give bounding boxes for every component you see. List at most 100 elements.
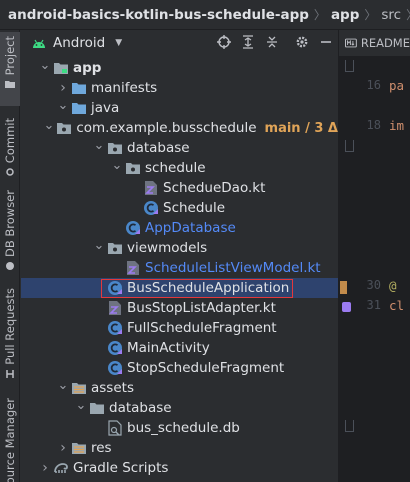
- locate-icon[interactable]: [216, 34, 232, 50]
- chevron-right-icon[interactable]: ›: [57, 80, 69, 96]
- fold-marker-icon[interactable]: [345, 60, 354, 72]
- tree-item-label: StopScheduleFragment: [127, 360, 285, 376]
- tree-item-label: AppDatabase: [145, 220, 236, 236]
- folder-blue-icon: [71, 80, 87, 96]
- line-number: 16: [366, 78, 381, 92]
- breadcrumb-item[interactable]: android-basics-kotlin-bus-schedule-app: [8, 7, 309, 23]
- tree-item-label: java: [91, 100, 120, 116]
- commit-tool-button[interactable]: Commit: [0, 118, 20, 188]
- gear-icon[interactable]: [294, 34, 310, 50]
- tree-row[interactable]: › manifests: [21, 78, 338, 98]
- resource-folder-icon: [71, 440, 87, 456]
- kotlin-class-icon: [143, 200, 159, 216]
- project-tool-button[interactable]: Project: [0, 32, 20, 106]
- package-icon: [107, 140, 123, 156]
- tree-item-label: viewmodels: [127, 240, 208, 256]
- minimize-icon[interactable]: [318, 34, 334, 50]
- kotlin-file-icon: [107, 300, 123, 316]
- chevron-down-icon[interactable]: ⌄: [39, 58, 51, 73]
- tree-row[interactable]: ⌄ assets: [21, 378, 338, 398]
- tree-item-label: schedule: [145, 160, 206, 176]
- fold-marker-icon[interactable]: [345, 420, 354, 432]
- editor-code[interactable]: pa im @ cl: [387, 56, 410, 482]
- db-browser-tool-button[interactable]: DB Browser: [0, 190, 20, 302]
- package-icon: [107, 240, 123, 256]
- gradle-icon: [53, 460, 69, 476]
- tree-row[interactable]: MainActivity: [21, 338, 338, 358]
- left-tool-strip: Project Commit DB Browser Pull Requests …: [0, 30, 20, 482]
- tree-row[interactable]: ⌄ com.example.busschedule main / 3 Δ: [21, 118, 338, 138]
- tree-row[interactable]: bus_schedule.db: [21, 418, 338, 438]
- kotlin-file-icon: [125, 260, 141, 276]
- package-icon: [125, 160, 141, 176]
- collapse-all-icon[interactable]: [264, 34, 280, 50]
- tree-row[interactable]: ⌄ database: [21, 398, 338, 418]
- folder-icon: [89, 400, 105, 416]
- tree-item-label: manifests: [91, 80, 158, 96]
- kotlin-class-icon: [107, 340, 123, 356]
- chevron-right-icon[interactable]: ›: [57, 440, 69, 456]
- tree-item-label: SchedueDao.kt: [163, 180, 266, 196]
- db-browser-tool-label: DB Browser: [3, 190, 17, 258]
- chevron-down-icon[interactable]: ⌄: [57, 98, 69, 113]
- tree-row[interactable]: BusStopListAdapter.kt: [21, 298, 338, 318]
- tree-item-label: MainActivity: [127, 340, 210, 356]
- line-number: 18: [366, 118, 381, 132]
- commit-icon: [6, 168, 14, 176]
- chevron-down-icon[interactable]: ▼: [115, 38, 122, 48]
- view-selector[interactable]: Android: [53, 35, 105, 51]
- chevron-down-icon[interactable]: ⌄: [111, 158, 123, 173]
- tree-item-label: Schedule: [163, 200, 226, 216]
- tree-row[interactable]: FullScheduleFragment: [21, 318, 338, 338]
- package-icon: [56, 120, 72, 136]
- resource-manager-tool-button[interactable]: Resource Manager: [0, 398, 20, 482]
- fold-marker-icon[interactable]: [345, 140, 354, 152]
- tree-item-label: database: [127, 140, 190, 156]
- tree-row[interactable]: ⌄ schedule: [21, 158, 338, 178]
- tree-row[interactable]: ScheduleListViewModel.kt: [21, 258, 338, 278]
- tree-row[interactable]: › Gradle Scripts: [21, 458, 338, 478]
- tree-row[interactable]: AppDatabase: [21, 218, 338, 238]
- code-fragment: im: [389, 118, 405, 133]
- android-icon: [33, 39, 45, 48]
- tree-row[interactable]: ⌄ app: [21, 58, 338, 78]
- code-fragment: pa: [389, 78, 405, 93]
- chevron-right-icon[interactable]: ›: [39, 460, 51, 476]
- implementation-gutter-icon[interactable]: [342, 302, 351, 312]
- editor-tab-bar: README: [338, 30, 410, 56]
- tree-row[interactable]: BusScheduleApplication: [21, 278, 338, 298]
- tab-readme[interactable]: README: [361, 36, 410, 50]
- kotlin-file-icon: [143, 180, 159, 196]
- tree-row[interactable]: ⌄ viewmodels: [21, 238, 338, 258]
- chevron-down-icon[interactable]: ⌄: [43, 118, 54, 133]
- resource-folder-icon: [71, 380, 87, 396]
- change-marker-icon: [340, 281, 347, 294]
- pull-requests-tool-button[interactable]: Pull Requests: [0, 288, 20, 412]
- db-file-icon: [107, 420, 123, 436]
- tree-row[interactable]: SchedueDao.kt: [21, 178, 338, 198]
- breadcrumb-item[interactable]: src: [381, 7, 401, 23]
- breadcrumb-item[interactable]: app: [331, 7, 359, 23]
- tree-item-label: ScheduleListViewModel.kt: [145, 260, 321, 276]
- tree-row[interactable]: › res: [21, 438, 338, 458]
- breadcrumb: android-basics-kotlin-bus-schedule-app 〉 a…: [0, 0, 410, 30]
- tree-row[interactable]: ⌄ database: [21, 138, 338, 158]
- commit-tool-label: Commit: [3, 118, 17, 164]
- breadcrumb-separator: 〉: [406, 6, 410, 23]
- chevron-down-icon[interactable]: ⌄: [75, 398, 87, 413]
- line-number: 30: [366, 278, 381, 292]
- chevron-down-icon[interactable]: ⌄: [57, 378, 69, 393]
- expand-all-icon[interactable]: [240, 34, 256, 50]
- highlight-box: BusScheduleApplication: [101, 278, 294, 298]
- resource-manager-tool-label: Resource Manager: [3, 398, 17, 482]
- project-panel-header: Android ▼: [21, 30, 338, 56]
- chevron-down-icon[interactable]: ⌄: [93, 138, 105, 153]
- editor-gutter: 16 18 30 31: [338, 56, 387, 482]
- tree-row[interactable]: StopScheduleFragment: [21, 358, 338, 378]
- tree-row[interactable]: Schedule: [21, 198, 338, 218]
- kotlin-class-icon: [107, 280, 123, 296]
- tree-row[interactable]: ⌄ java: [21, 98, 338, 118]
- chevron-down-icon[interactable]: ⌄: [93, 238, 105, 253]
- line-number: 31: [366, 298, 381, 312]
- kotlin-class-icon: [107, 320, 123, 336]
